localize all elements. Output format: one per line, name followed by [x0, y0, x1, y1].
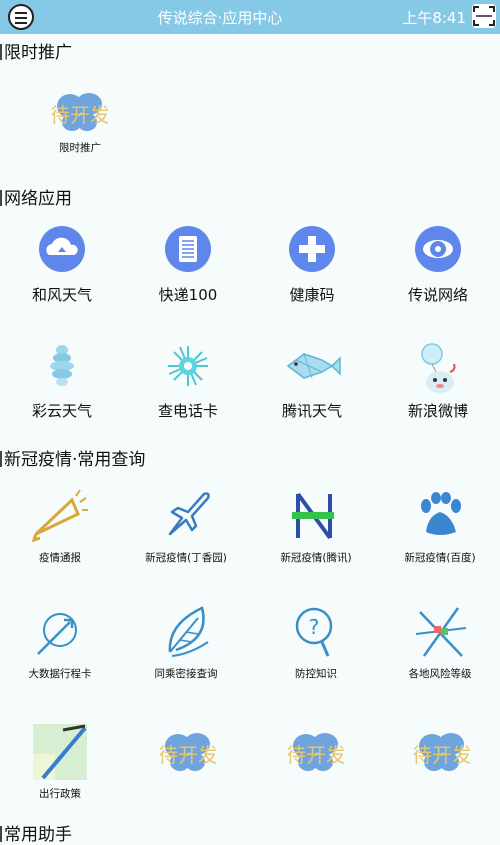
app-label: 大数据行程卡: [28, 668, 92, 680]
arrow-target-icon: [37, 613, 77, 655]
app-label: 疫情通报: [39, 552, 81, 564]
app-label: 彩云天气: [31, 402, 92, 420]
app-prevention-knowledge[interactable]: ? 防控知识: [266, 604, 366, 684]
tornado-icon: [50, 345, 74, 386]
paw-icon: [421, 492, 461, 535]
placeholder-butterfly-icon: 待开发: [288, 733, 344, 771]
app-hefeng-weather[interactable]: 和风天气: [22, 226, 102, 308]
app-covid-dxy[interactable]: 新冠疫情(丁香园): [136, 488, 236, 568]
app-label: 出行政策: [39, 788, 81, 800]
section-covid: 新冠疫情·常用查询: [0, 445, 145, 470]
fish-icon: [286, 353, 341, 379]
promo-label: 限时推广: [59, 142, 101, 154]
document-icon: [165, 226, 211, 272]
placeholder-butterfly-icon: 待开发: [414, 733, 470, 771]
sun-burst-icon: [168, 346, 208, 386]
cloud-upload-icon: [39, 226, 85, 272]
top-bar: 传说综合·应用中心 上午8:41: [0, 0, 500, 34]
app-sina-weibo[interactable]: 新浪微博: [398, 342, 478, 424]
app-label: 快递100: [158, 286, 218, 304]
page-title: 传说综合·应用中心: [157, 9, 283, 27]
section-promo: 限时推广: [0, 38, 72, 63]
section-promo-title: 限时推广: [4, 43, 72, 63]
app-chuanshuo-network[interactable]: 传说网络: [398, 226, 478, 308]
app-covid-tencent[interactable]: 新冠疫情(腾讯): [266, 488, 366, 568]
leaf-icon: [168, 606, 209, 657]
app-label: 新浪微博: [407, 402, 468, 420]
app-travel-policy[interactable]: 出行政策: [20, 722, 100, 800]
megaphone-icon: [32, 489, 88, 542]
svg-text:待开发: 待开发: [52, 103, 108, 127]
svg-text:待开发: 待开发: [288, 743, 344, 767]
app-label: 新冠疫情(丁香园): [145, 552, 227, 564]
plus-icon: [289, 226, 335, 272]
placeholder-butterfly-icon: 待开发: [160, 733, 216, 771]
app-risk-level[interactable]: 各地风险等级: [390, 604, 490, 684]
app-kuaidi100[interactable]: 快递100: [148, 226, 228, 308]
app-label: 和风天气: [31, 286, 92, 304]
app-close-contact[interactable]: 同乘密接查询: [136, 604, 236, 684]
placeholder-slot-2[interactable]: 待开发: [288, 728, 348, 784]
app-covid-baidu[interactable]: 新冠疫情(百度): [390, 488, 490, 568]
app-tencent-weather[interactable]: 腾讯天气: [272, 342, 352, 424]
svg-text:待开发: 待开发: [160, 743, 216, 767]
app-label: 腾讯天气: [281, 402, 342, 420]
app-check-phone-card[interactable]: 查电话卡: [148, 342, 228, 424]
app-label: 新冠疫情(百度): [404, 552, 476, 564]
section-helper: 常用助手: [0, 820, 72, 845]
app-label: 新冠疫情(腾讯): [280, 552, 352, 564]
app-epidemic-report[interactable]: 疫情通报: [20, 488, 100, 568]
app-itinerary-card[interactable]: 大数据行程卡: [20, 604, 100, 684]
app-label: 防控知识: [295, 668, 337, 680]
app-label: 各地风险等级: [408, 668, 472, 680]
eye-icon: [415, 226, 461, 272]
placeholder-slot-1[interactable]: 待开发: [160, 728, 220, 784]
placeholder-butterfly-icon: 待开发: [52, 93, 108, 131]
app-label: 传说网络: [407, 286, 468, 304]
svg-text:?: ?: [309, 615, 320, 639]
airplane-icon: [168, 492, 210, 536]
section-covid-title: 新冠疫情·常用查询: [4, 450, 146, 470]
map-grid-icon: [415, 607, 467, 657]
magnifier-question-icon: ?: [295, 607, 333, 657]
map-route-icon: [33, 724, 87, 780]
app-label: 查电话卡: [157, 402, 218, 420]
app-label: 同乘密接查询: [154, 668, 218, 680]
section-network: 网络应用: [0, 184, 72, 209]
balloon-mascot-icon: [421, 343, 456, 393]
placeholder-slot-3[interactable]: 待开发: [414, 728, 474, 784]
letter-n-icon: [292, 492, 334, 540]
promo-item[interactable]: 待开发 限时推广: [40, 88, 120, 158]
app-label: 健康码: [289, 286, 335, 304]
app-caiyun-weather[interactable]: 彩云天气: [22, 342, 102, 424]
svg-text:待开发: 待开发: [414, 743, 470, 767]
scan-icon[interactable]: [472, 4, 496, 28]
section-network-title: 网络应用: [4, 189, 72, 209]
section-helper-title: 常用助手: [4, 825, 72, 845]
status-time: 上午8:41: [402, 9, 466, 27]
app-health-code[interactable]: 健康码: [272, 226, 352, 308]
